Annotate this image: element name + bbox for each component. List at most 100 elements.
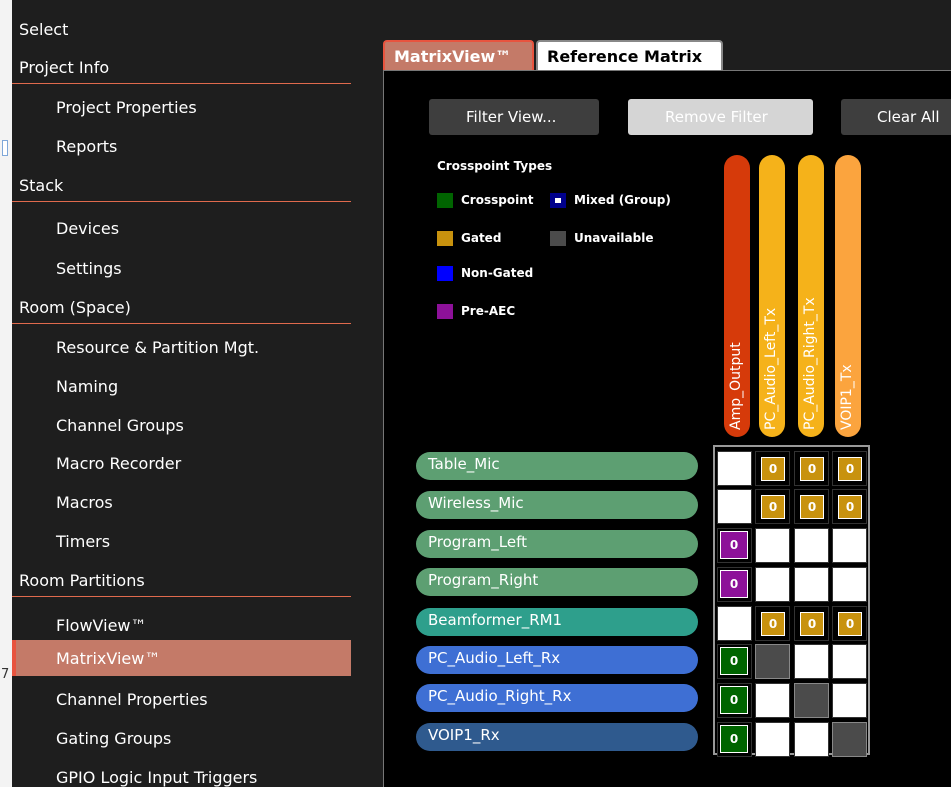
crosspoint-indicator: 0 [838, 457, 862, 481]
sidebar-item-label: Project Properties [56, 98, 197, 117]
sidebar-item-flowview[interactable]: FlowView™ [12, 610, 351, 642]
legend-label: Non-Gated [461, 266, 534, 280]
sidebar-item-naming[interactable]: Naming [12, 371, 351, 403]
crosspoint-cell-gated[interactable]: 0 [794, 606, 829, 641]
tab-reference-matrix[interactable]: Reference Matrix [536, 40, 723, 70]
crosspoint-cell-empty[interactable] [794, 722, 829, 757]
row-header-voip1-rx[interactable]: VOIP1_Rx [416, 723, 698, 751]
crosspoint-cell-empty[interactable] [832, 567, 867, 602]
sidebar-item-label: Gating Groups [56, 729, 172, 748]
sidebar-item-channel-groups[interactable]: Channel Groups [12, 410, 351, 442]
crosspoint-value: 0 [807, 500, 817, 514]
crosspoint-cell-empty[interactable] [794, 644, 829, 679]
button-label: Remove Filter [665, 108, 768, 126]
row-header-program-left[interactable]: Program_Left [416, 530, 698, 558]
legend-label: Pre-AEC [461, 304, 516, 318]
crosspoint-cell-gated[interactable]: 0 [832, 451, 867, 486]
crosspoint-value: 0 [768, 462, 778, 476]
crosspoint-indicator: 0 [720, 686, 748, 714]
sidebar-item-label: Macros [56, 493, 113, 512]
sidebar-item-macros[interactable]: Macros [12, 487, 351, 519]
sidebar-item-stack[interactable]: Stack [12, 170, 351, 202]
row-header-beamformer-rm1[interactable]: Beamformer_RM1 [416, 608, 698, 636]
sidebar-item-timers[interactable]: Timers [12, 526, 351, 558]
column-label: PC_Audio_Right_Tx [802, 297, 818, 430]
sidebar-item-project-info[interactable]: Project Info [12, 52, 351, 84]
column-label: Amp_Output [728, 342, 744, 430]
column-header-pc-audio-left-tx[interactable]: PC_Audio_Left_Tx [759, 155, 785, 437]
remove-filter-button[interactable]: Remove Filter [628, 99, 813, 135]
sidebar-item-devices[interactable]: Devices [12, 213, 351, 245]
crosspoint-cell-pre-aec[interactable]: 0 [717, 567, 752, 602]
tab-label: Reference Matrix [547, 47, 703, 66]
sidebar-item-matrixview[interactable]: MatrixView™ [12, 640, 351, 676]
crosspoint-cell-gated[interactable]: 0 [832, 489, 867, 524]
sidebar-item-project-properties[interactable]: Project Properties [12, 92, 351, 124]
crosspoint-cell-gated[interactable]: 0 [755, 606, 790, 641]
crosspoint-cell-crosspoint[interactable]: 0 [717, 683, 752, 718]
legend-swatch [437, 266, 453, 281]
crosspoint-cell-empty[interactable] [755, 683, 790, 718]
crosspoint-value: 0 [845, 500, 855, 514]
sidebar-item-macro-recorder[interactable]: Macro Recorder [12, 448, 351, 480]
sidebar-item-resource-partition-mgt[interactable]: Resource & Partition Mgt. [12, 332, 351, 364]
row-header-program-right[interactable]: Program_Right [416, 568, 698, 596]
crosspoint-cell-empty[interactable] [832, 528, 867, 563]
legend-swatch [437, 193, 453, 208]
crosspoint-cell-empty[interactable] [794, 567, 829, 602]
sidebar-item-label: GPIO Logic Input Triggers [56, 768, 258, 787]
row-header-wireless-mic[interactable]: Wireless_Mic [416, 491, 698, 519]
row-header-pc-audio-right-rx[interactable]: PC_Audio_Right_Rx [416, 684, 698, 712]
crosspoint-cell-crosspoint[interactable]: 0 [717, 722, 752, 757]
sidebar-item-gpio-logic-input-triggers[interactable]: GPIO Logic Input Triggers [12, 762, 351, 787]
crosspoint-value: 0 [729, 577, 739, 591]
tab-matrixview[interactable]: MatrixView™ [383, 40, 534, 70]
crosspoint-value: 0 [807, 617, 817, 631]
crosspoint-cell-gated[interactable]: 0 [794, 451, 829, 486]
crosspoint-indicator: 0 [761, 457, 785, 481]
crosspoint-cell-empty[interactable] [794, 528, 829, 563]
crosspoint-cell-gated[interactable]: 0 [832, 606, 867, 641]
crosspoint-cell-empty[interactable] [755, 567, 790, 602]
sidebar-item-settings[interactable]: Settings [12, 253, 351, 285]
filter-view-button[interactable]: Filter View... [429, 99, 599, 135]
sidebar-item-reports[interactable]: Reports [12, 131, 351, 163]
clear-all-button[interactable]: Clear All [841, 99, 951, 135]
sidebar-item-label: Macro Recorder [56, 454, 182, 473]
crosspoint-value: 0 [729, 538, 739, 552]
crosspoint-cell-pre-aec[interactable]: 0 [717, 528, 752, 563]
crosspoint-cell-empty[interactable] [832, 683, 867, 718]
sidebar-item-label: Settings [56, 259, 122, 278]
crosspoint-cell-gated[interactable]: 0 [755, 451, 790, 486]
crosspoint-cell-crosspoint[interactable]: 0 [717, 644, 752, 679]
column-header-pc-audio-right-tx[interactable]: PC_Audio_Right_Tx [798, 155, 824, 437]
crosspoint-indicator: 0 [761, 612, 785, 636]
row-label: PC_Audio_Right_Rx [428, 687, 572, 705]
column-header-voip1-tx[interactable]: VOIP1_Tx [835, 155, 861, 437]
column-label: VOIP1_Tx [839, 364, 855, 430]
sidebar-item-channel-properties[interactable]: Channel Properties [12, 684, 351, 716]
row-label: Program_Left [428, 533, 528, 551]
crosspoint-cell-gated[interactable]: 0 [755, 489, 790, 524]
crosspoint-cell-gated[interactable]: 0 [794, 489, 829, 524]
sidebar-item-select[interactable]: Select [12, 14, 351, 46]
column-header-amp-output[interactable]: Amp_Output [724, 155, 750, 437]
crosspoint-cell-empty[interactable] [717, 489, 752, 524]
crosspoint-cell-empty[interactable] [717, 606, 752, 641]
edge-marker [2, 140, 8, 156]
legend-label: Gated [461, 231, 502, 245]
sidebar-item-gating-groups[interactable]: Gating Groups [12, 723, 351, 755]
sidebar-item-room-space[interactable]: Room (Space) [12, 292, 351, 324]
crosspoint-cell-empty[interactable] [832, 644, 867, 679]
crosspoint-value: 0 [729, 732, 739, 746]
crosspoint-cell-empty[interactable] [755, 722, 790, 757]
sidebar-item-room-partitions[interactable]: Room Partitions [12, 565, 351, 597]
row-header-table-mic[interactable]: Table_Mic [416, 452, 698, 480]
crosspoint-cell-empty[interactable] [755, 528, 790, 563]
crosspoint-cell-empty[interactable] [717, 451, 752, 486]
crosspoint-cell-unavailable [832, 722, 867, 757]
row-header-pc-audio-left-rx[interactable]: PC_Audio_Left_Rx [416, 646, 698, 674]
column-label: PC_Audio_Left_Tx [763, 307, 779, 430]
crosspoint-value: 0 [807, 462, 817, 476]
sidebar-item-label: Resource & Partition Mgt. [56, 338, 260, 357]
